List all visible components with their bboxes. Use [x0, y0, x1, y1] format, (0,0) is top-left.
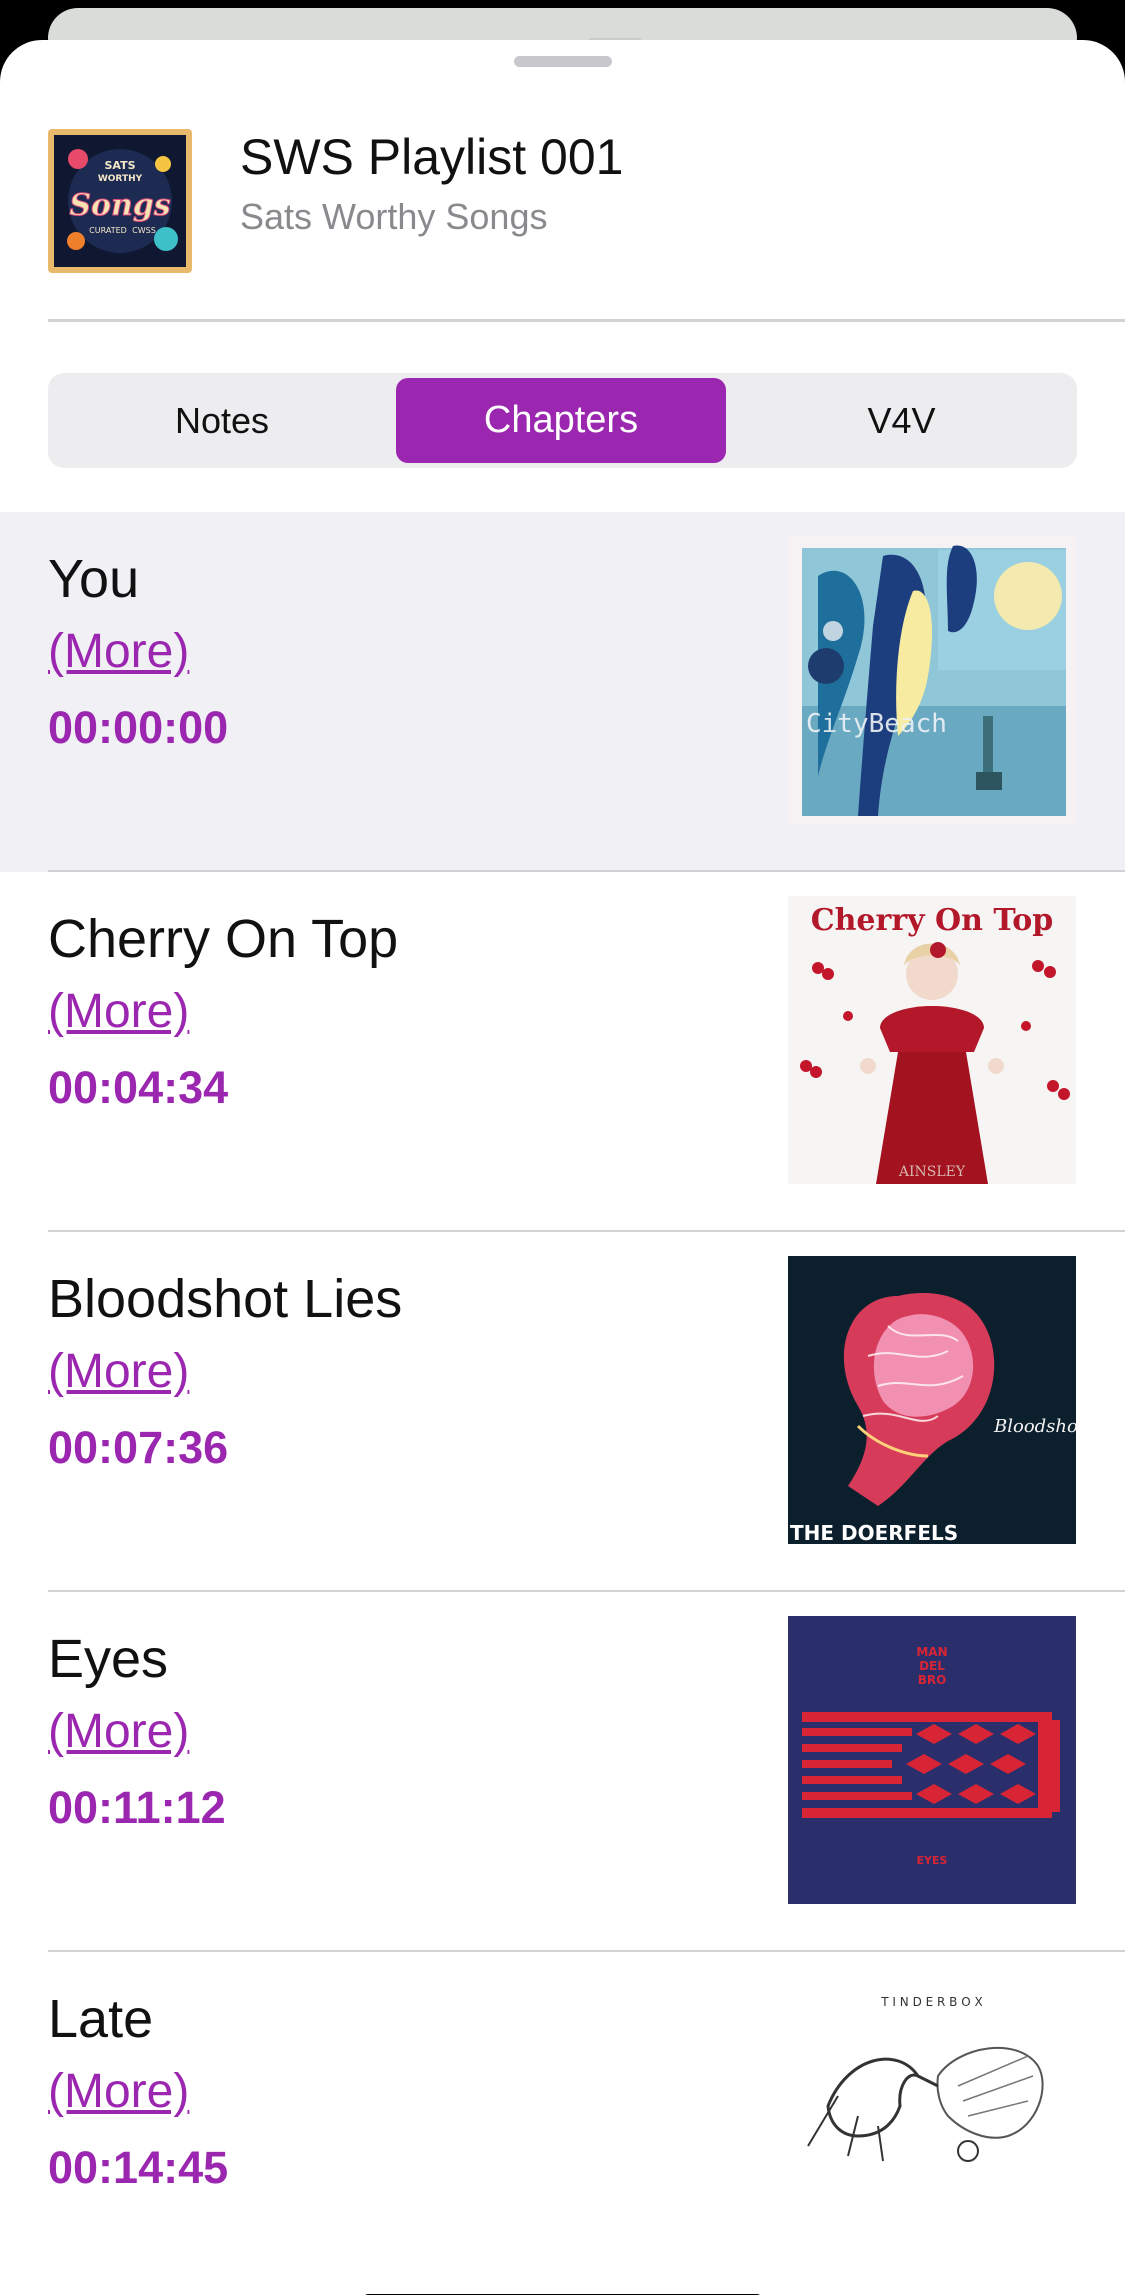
city-beach-art-text: CityBeach	[806, 709, 947, 739]
chapter-more-link[interactable]: (More)	[48, 984, 189, 1039]
bloodshot-art-script: Bloodshot Lies	[993, 1416, 1076, 1437]
chapter-row[interactable]: Bloodshot Lies (More) 00:07:36 Bloodshot…	[0, 1232, 1125, 1592]
chapter-title: Late	[48, 1989, 154, 2049]
chapter-more-link[interactable]: (More)	[48, 624, 189, 679]
eyes-art-text: EYES	[917, 1854, 948, 1867]
chapter-row[interactable]: Cherry On Top (More) 00:04:34 Cherry On …	[0, 872, 1125, 1232]
eyes-cover-art: MAN DEL BRO EYES	[788, 1616, 1076, 1904]
segmented-control: Notes Chapters V4V	[48, 373, 1077, 468]
playlist-art-text-2: WORTHY	[98, 174, 143, 184]
header-divider	[48, 319, 1125, 322]
chapter-row[interactable]: Eyes (More) 00:11:12 MAN DEL BRO EYES	[0, 1592, 1125, 1952]
chapter-timestamp[interactable]: 00:04:34	[48, 1062, 228, 1114]
cherry-on-top-cover-art: Cherry On Top AINSLEY	[788, 896, 1076, 1184]
chapter-title: Bloodshot Lies	[48, 1269, 403, 1329]
chapter-timestamp[interactable]: 00:07:36	[48, 1422, 228, 1474]
cherry-art-caption: AINSLEY	[898, 1164, 966, 1180]
chapter-title: Eyes	[48, 1629, 169, 1689]
eyes-art-brand-2: DEL	[919, 1659, 945, 1673]
late-cover-art: T I N D E R B O X	[788, 1976, 1076, 2192]
chapter-title: Cherry On Top	[48, 909, 399, 969]
chapter-timestamp[interactable]: 00:11:12	[48, 1782, 226, 1834]
tab-v4v[interactable]: V4V	[726, 373, 1077, 468]
playlist-art-text-3: Songs	[69, 188, 170, 223]
late-art-text: T I N D E R B O X	[880, 1995, 982, 2009]
chapter-row[interactable]: Late (More) 00:14:45 T I N D E R B O X	[0, 1952, 1125, 2192]
chapter-more-link[interactable]: (More)	[48, 1344, 189, 1399]
playlist-cover-art: SATS WORTHY Songs CURATED CWSS	[48, 129, 192, 273]
cherry-art-text: Cherry On Top	[811, 903, 1054, 938]
playlist-art-text-5: CWSS	[132, 226, 156, 235]
playlist-art-text-4: CURATED	[89, 226, 127, 235]
chapter-more-link[interactable]: (More)	[48, 2064, 189, 2119]
chapter-title: You	[48, 549, 140, 609]
bloodshot-lies-cover-art: Bloodshot Lies THE DOERFELS	[788, 1256, 1076, 1544]
city-beach-cover-art: CityBeach	[788, 536, 1076, 824]
bloodshot-art-text: THE DOERFELS	[790, 1521, 958, 1544]
playlist-art-text-1: SATS	[104, 159, 135, 172]
tab-chapters[interactable]: Chapters	[396, 378, 726, 463]
chapter-timestamp[interactable]: 00:00:00	[48, 702, 228, 754]
chapter-list: You (More) 00:00:00 CityBeach Cherry On …	[0, 512, 1125, 2192]
sheet-grabber-handle[interactable]	[514, 56, 612, 67]
chapter-row[interactable]: You (More) 00:00:00 CityBeach	[0, 512, 1125, 872]
chapter-more-link[interactable]: (More)	[48, 1704, 189, 1759]
playlist-subtitle: Sats Worthy Songs	[240, 196, 548, 237]
tab-notes[interactable]: Notes	[48, 373, 396, 468]
playlist-title: SWS Playlist 001	[240, 129, 624, 185]
eyes-art-brand-1: MAN	[916, 1645, 947, 1659]
chapter-timestamp[interactable]: 00:14:45	[48, 2142, 228, 2192]
chapters-sheet: SATS WORTHY Songs CURATED CWSS SWS Playl…	[0, 40, 1125, 2295]
eyes-art-brand-3: BRO	[918, 1673, 947, 1687]
